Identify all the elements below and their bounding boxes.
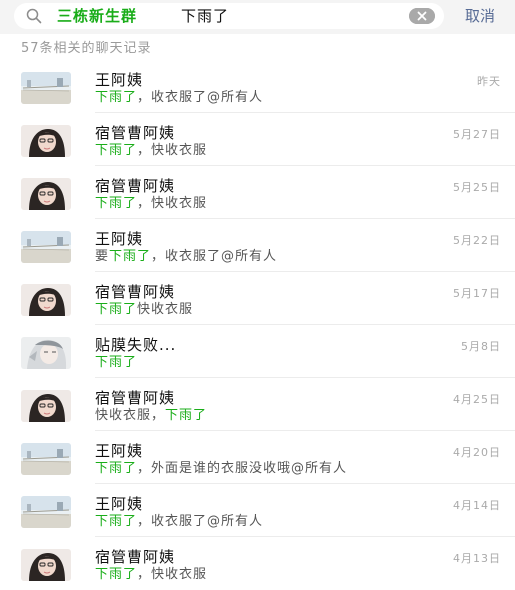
message-date: 5月17日: [453, 287, 501, 300]
sender-name: 贴膜失败...: [95, 336, 177, 354]
message-date: 昨天: [477, 75, 501, 88]
message-snippet: 快收衣服，下雨了: [95, 408, 207, 424]
search-result-row[interactable]: 宿管曹阿姨 5月27日下雨了，快收衣服: [0, 113, 515, 166]
snippet-text: 快收衣服: [137, 302, 194, 317]
snippet-text: 快收衣服，: [95, 408, 166, 423]
avatar: [21, 496, 71, 528]
message-snippet: 下雨了，快收衣服: [95, 567, 207, 583]
clear-icon[interactable]: [409, 8, 435, 24]
message-snippet: 下雨了，快收衣服: [95, 143, 207, 159]
search-icon: [26, 8, 42, 24]
result-count: 57条相关的聊天记录: [21, 41, 152, 56]
search-result-row[interactable]: 宿管曹阿姨 5月25日下雨了，快收衣服: [0, 166, 515, 219]
keyword-highlight: 下雨了: [165, 408, 208, 423]
message-date: 4月25日: [453, 393, 501, 406]
sender-name: 宿管曹阿姨: [95, 177, 176, 195]
search-query-text[interactable]: 下雨了: [181, 6, 229, 26]
sender-name: 宿管曹阿姨: [95, 124, 176, 142]
search-result-row[interactable]: 宿管曹阿姨 4月25日快收衣服，下雨了: [0, 378, 515, 431]
avatar: [21, 125, 71, 157]
search-bar: 三栋新生群 下雨了 取消: [0, 0, 515, 34]
snippet-text: ，外面是谁的衣服没收哦@所有人: [137, 461, 348, 476]
sender-name: 宿管曹阿姨: [95, 389, 176, 407]
cancel-button[interactable]: 取消: [465, 6, 495, 26]
message-date: 5月8日: [461, 340, 501, 353]
avatar: [21, 284, 71, 316]
keyword-highlight: 下雨了: [95, 514, 138, 529]
message-date: 4月13日: [453, 552, 501, 565]
keyword-highlight: 下雨了: [95, 355, 138, 370]
snippet-text: ，快收衣服: [137, 567, 208, 582]
search-result-row[interactable]: 贴膜失败... 5月8日下雨了: [0, 325, 515, 378]
message-snippet: 下雨了: [95, 355, 137, 371]
sender-name: 王阿姨: [95, 71, 144, 89]
message-date: 5月27日: [453, 128, 501, 141]
keyword-highlight: 下雨了: [95, 302, 138, 317]
snippet-text: ，收衣服了@所有人: [151, 249, 278, 264]
search-result-row[interactable]: 王阿姨 4月20日下雨了，外面是谁的衣服没收哦@所有人: [0, 431, 515, 484]
message-date: 5月25日: [453, 181, 501, 194]
message-snippet: 下雨了，快收衣服: [95, 196, 207, 212]
message-snippet: 下雨了，收衣服了@所有人: [95, 90, 263, 106]
message-date: 5月22日: [453, 234, 501, 247]
avatar: [21, 337, 71, 369]
keyword-highlight: 下雨了: [95, 461, 138, 476]
keyword-highlight: 下雨了: [109, 249, 152, 264]
snippet-text: ，快收衣服: [137, 143, 208, 158]
search-result-row[interactable]: 王阿姨 4月14日下雨了，收衣服了@所有人: [0, 484, 515, 537]
search-result-row[interactable]: 王阿姨 5月22日要下雨了，收衣服了@所有人: [0, 219, 515, 272]
keyword-highlight: 下雨了: [95, 196, 138, 211]
avatar: [21, 231, 71, 263]
keyword-highlight: 下雨了: [95, 143, 138, 158]
avatar: [21, 549, 71, 581]
sender-name: 王阿姨: [95, 230, 144, 248]
sender-name: 王阿姨: [95, 495, 144, 513]
avatar: [21, 72, 71, 104]
keyword-highlight: 下雨了: [95, 90, 138, 105]
message-date: 4月20日: [453, 446, 501, 459]
avatar: [21, 443, 71, 475]
search-group-tag: 三栋新生群: [57, 7, 138, 25]
snippet-text: ，收衣服了@所有人: [137, 90, 264, 105]
search-result-row[interactable]: 宿管曹阿姨 5月17日下雨了快收衣服: [0, 272, 515, 325]
snippet-text: ，快收衣服: [137, 196, 208, 211]
sender-name: 王阿姨: [95, 442, 144, 460]
sender-name: 宿管曹阿姨: [95, 548, 176, 566]
avatar: [21, 390, 71, 422]
snippet-text: 要: [95, 249, 110, 264]
search-result-row[interactable]: 宿管曹阿姨 4月13日下雨了，快收衣服: [0, 537, 515, 590]
search-result-row[interactable]: 王阿姨 昨天下雨了，收衣服了@所有人: [0, 60, 515, 113]
search-input[interactable]: 三栋新生群 下雨了: [14, 3, 444, 29]
message-snippet: 下雨了快收衣服: [95, 302, 193, 318]
message-snippet: 要下雨了，收衣服了@所有人: [95, 249, 277, 265]
keyword-highlight: 下雨了: [95, 567, 138, 582]
message-snippet: 下雨了，收衣服了@所有人: [95, 514, 263, 530]
sender-name: 宿管曹阿姨: [95, 283, 176, 301]
message-date: 4月14日: [453, 499, 501, 512]
avatar: [21, 178, 71, 210]
snippet-text: ，收衣服了@所有人: [137, 514, 264, 529]
message-snippet: 下雨了，外面是谁的衣服没收哦@所有人: [95, 461, 347, 477]
